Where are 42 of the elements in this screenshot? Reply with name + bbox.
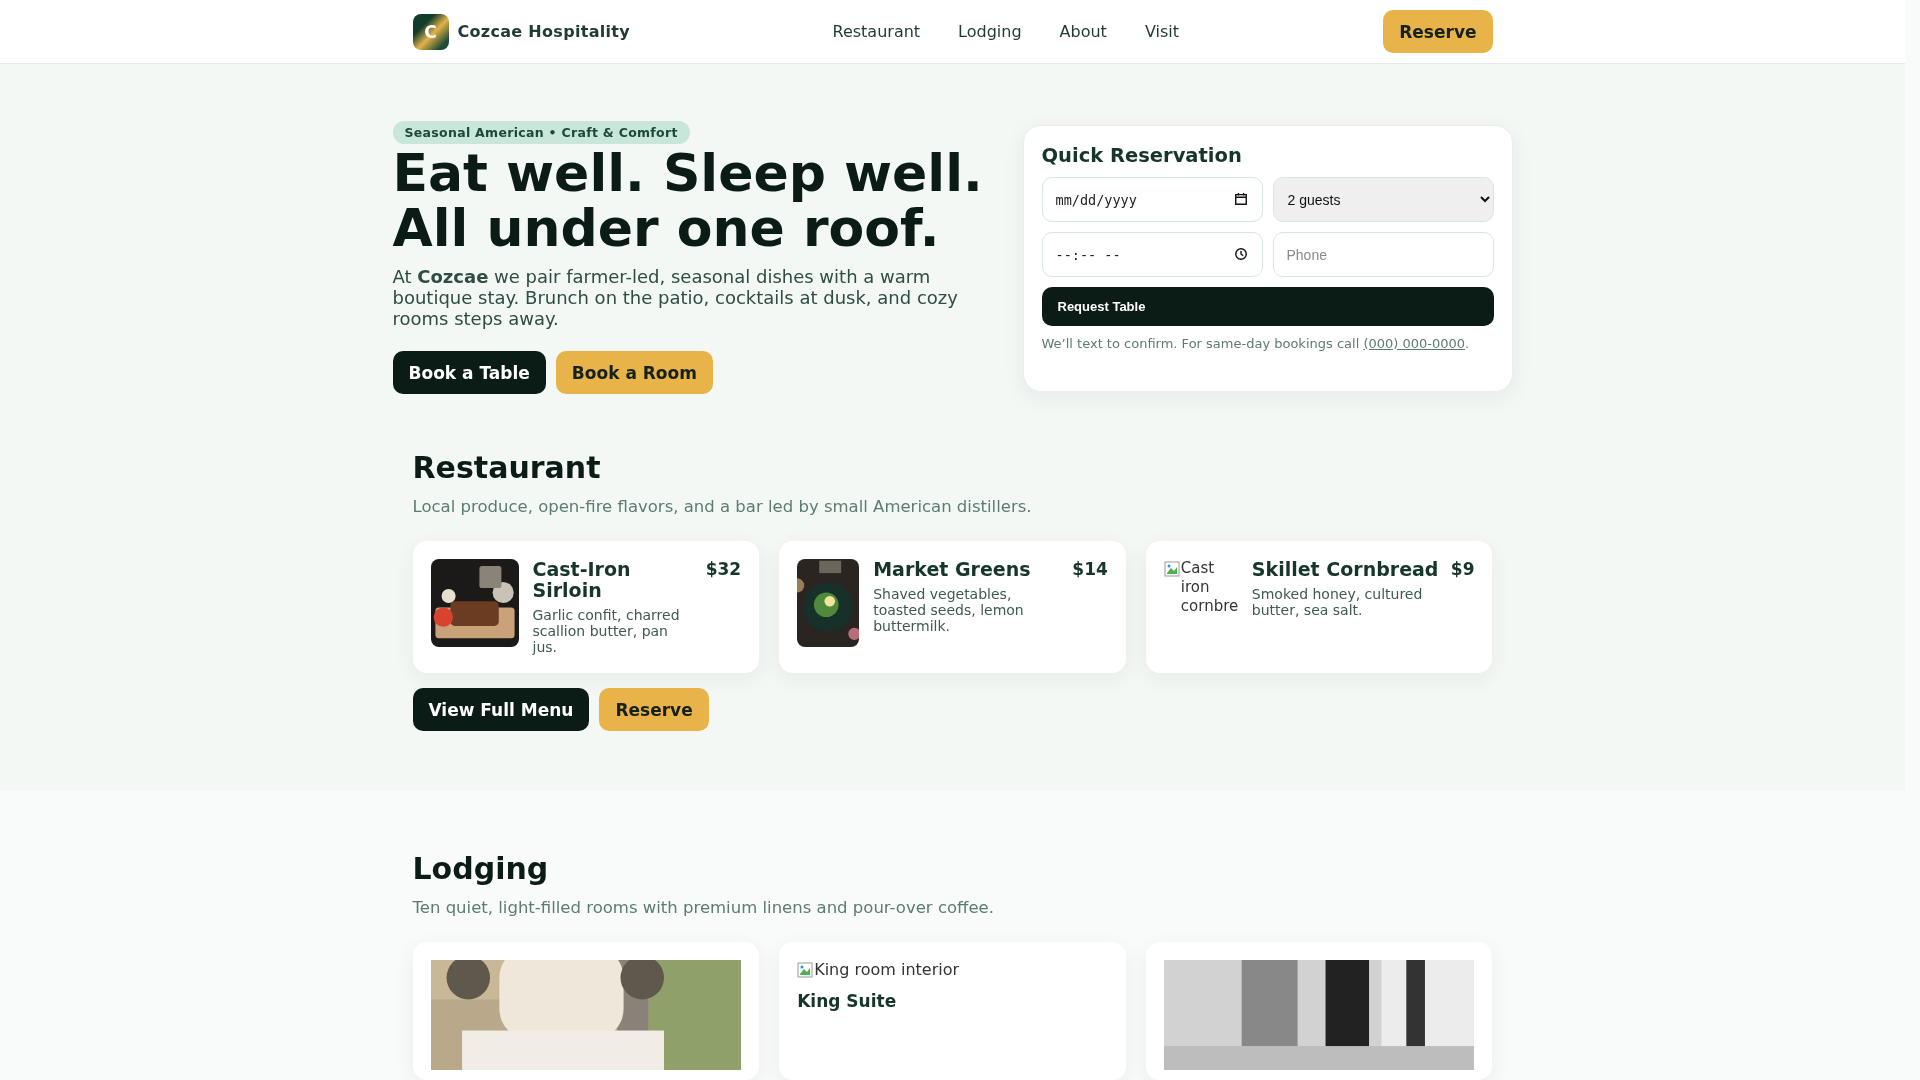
dish-description: Smoked honey, cultured butter, sea salt. [1251, 586, 1424, 618]
dish-price: $32 [705, 559, 742, 581]
dish-name: Cast-Iron Sirloin [532, 559, 632, 601]
guests-select[interactable]: 2 guests [1272, 177, 1494, 222]
logo-icon: C [412, 13, 449, 50]
brand-name: Cozcae Hospitality [457, 22, 630, 41]
tagline-badge: Seasonal American • Craft & Comfort [392, 121, 690, 144]
nav-link[interactable]: Restaurant [832, 22, 921, 41]
clock-icon [1233, 247, 1248, 261]
card-title: Quick Reservation [1041, 144, 1243, 167]
image-alt-text: Cast iron cornbre [1180, 559, 1238, 616]
time-field[interactable]: --:-- -- [1041, 232, 1263, 277]
room-name: King Suite [797, 991, 898, 1011]
calendar-icon [1233, 192, 1248, 206]
nav-link[interactable]: Visit [1144, 22, 1179, 41]
request-table-button[interactable]: Request Table [1041, 287, 1494, 326]
dish-price: $14 [1072, 559, 1108, 580]
headline: Eat well. Sleep well. All under one roof. [392, 146, 984, 256]
image-alt-text: King room interior [814, 960, 960, 979]
section-subtitle: Local produce, open-fire flavors, and a bar led by small American distillers. [412, 497, 1033, 516]
button[interactable]: Book a Table [392, 351, 546, 394]
section-subtitle: Ten quiet, light-filled rooms with premium linens and pour-over coffee. [412, 898, 995, 917]
nav-link[interactable]: Lodging [958, 22, 1022, 41]
confirmation-note: We’ll text to confirm. For same-day bookings call (000) 000-0000. [1041, 336, 1471, 351]
section-title: Lodging [412, 851, 550, 886]
section-title: Restaurant [412, 450, 602, 485]
intro-paragraph: At Cozcae we pair farmer-led, seasonal dishes with a warm boutique stay. Brunch on the patio, cocktails at dusk, and cozy rooms steps away. [392, 266, 959, 329]
broken-image-icon [797, 962, 814, 978]
button[interactable]: View Full Menu [412, 688, 590, 731]
button[interactable]: Book a Room [555, 351, 713, 394]
broken-image-icon [1163, 561, 1180, 577]
button[interactable]: Reserve [1383, 10, 1493, 53]
button[interactable]: Reserve [599, 688, 709, 731]
dish-description: Shaved vegetables, toasted seeds, lemon buttermilk. [873, 586, 1025, 634]
phone-link[interactable]: (000) 000-0000 [1363, 336, 1466, 351]
dish-name: Skillet Cornbread [1251, 559, 1439, 580]
nav-link[interactable]: About [1059, 22, 1107, 41]
dish-price: $9 [1450, 559, 1475, 580]
date-field[interactable]: mm/dd/yyyy [1041, 177, 1263, 222]
dish-name: Market Greens [873, 559, 1031, 580]
dish-description: Garlic confit, charred scallion butter, pan jus. [532, 607, 681, 655]
phone-field[interactable]: Phone [1272, 232, 1494, 277]
